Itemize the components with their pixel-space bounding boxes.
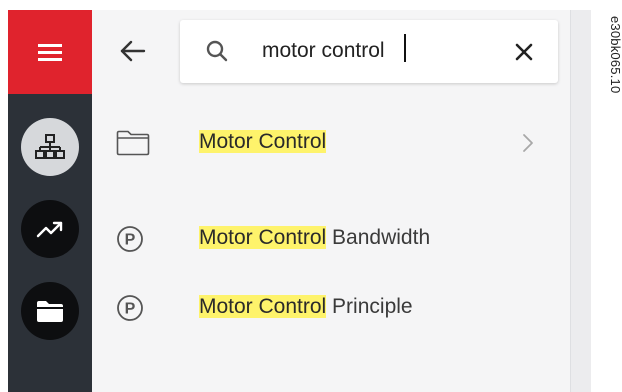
search-highlight: Motor Control (199, 130, 327, 153)
folder-icon (37, 301, 63, 322)
back-button[interactable] (118, 36, 148, 66)
search-highlight: Motor Control (199, 295, 327, 318)
nav-trend-button[interactable] (21, 200, 79, 258)
content-edge (570, 10, 591, 392)
back-arrow-icon (120, 40, 146, 62)
clear-search-button[interactable] (512, 40, 536, 64)
result-label: Motor Control Bandwidth (199, 226, 431, 249)
nav-hierarchy-button[interactable] (21, 118, 79, 176)
close-icon (515, 43, 533, 61)
search-highlight: Motor Control (199, 226, 327, 249)
search-icon (206, 40, 228, 62)
result-item-folder[interactable]: Motor Control (92, 114, 570, 170)
chevron-right-icon (523, 134, 533, 152)
result-label: Motor Control Principle (199, 295, 413, 318)
search-bar (180, 20, 558, 83)
result-item-parameter[interactable]: P Motor Control Principle (92, 279, 570, 335)
result-label: Motor Control (199, 114, 327, 170)
menu-button[interactable] (8, 10, 92, 94)
trend-chart-icon (36, 221, 63, 238)
search-input[interactable] (262, 36, 502, 66)
folder-outline-icon (116, 130, 150, 156)
svg-text:P: P (125, 232, 136, 249)
text-cursor (404, 34, 406, 62)
figure-code: e30bk065.10 (608, 16, 622, 94)
parameter-p-icon: P (117, 295, 143, 321)
result-item-parameter[interactable]: P Motor Control Bandwidth (92, 210, 570, 266)
hierarchy-icon (35, 134, 65, 159)
nav-rail (8, 10, 92, 392)
svg-text:P: P (125, 301, 136, 318)
hamburger-icon (38, 44, 62, 61)
nav-files-button[interactable] (21, 282, 79, 340)
parameter-p-icon: P (117, 226, 143, 252)
